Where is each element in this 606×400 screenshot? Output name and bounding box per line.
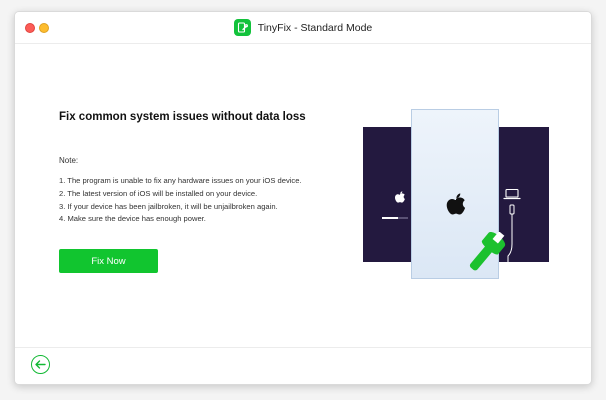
repair-illustration	[363, 104, 549, 280]
note-item: 1. The program is unable to fix any hard…	[59, 176, 302, 185]
progress-bar-fill	[382, 217, 398, 219]
fix-now-button[interactable]: Fix Now	[59, 249, 158, 273]
title-group: TinyFix - Standard Mode	[15, 19, 591, 36]
back-arrow-icon	[35, 360, 46, 369]
note-label: Note:	[59, 156, 79, 165]
note-item: 3. If your device has been jailbroken, i…	[59, 201, 278, 211]
back-button[interactable]	[31, 355, 50, 374]
window-title: TinyFix - Standard Mode	[257, 21, 373, 34]
progress-bar	[382, 217, 408, 219]
note-item: 2. The latest version of iOS will be ins…	[59, 188, 258, 198]
note-item: 4. Make sure the device has enough power…	[59, 214, 206, 224]
title-bar: TinyFix - Standard Mode	[15, 12, 591, 44]
apple-logo-icon	[393, 190, 407, 211]
app-window: TinyFix - Standard Mode Fix common syste…	[14, 11, 592, 385]
laptop-icon	[503, 187, 521, 205]
wrench-icon	[463, 231, 509, 279]
app-logo-icon	[233, 19, 251, 36]
page-title: Fix common system issues without data lo…	[59, 111, 306, 123]
notes-list: 1. The program is unable to fix any hard…	[59, 175, 302, 226]
footer-bar	[15, 347, 591, 384]
apple-logo-icon	[443, 191, 469, 226]
